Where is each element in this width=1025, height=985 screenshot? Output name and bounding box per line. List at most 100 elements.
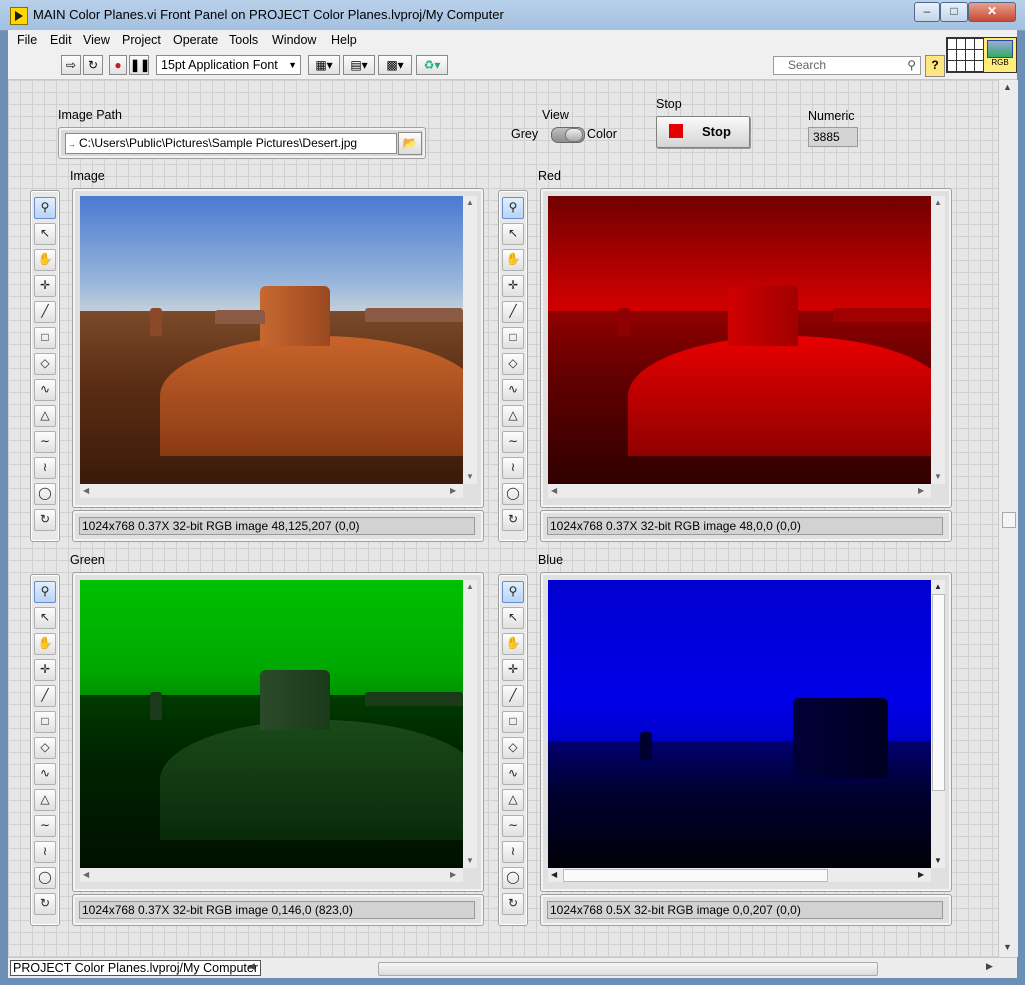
freehand-icon[interactable]: ∿ xyxy=(502,379,524,401)
rectangle-icon[interactable]: □ xyxy=(502,327,524,349)
scroll-right-arrow-icon[interactable]: ▶ xyxy=(450,870,456,879)
zoom-icon[interactable]: ⚲ xyxy=(34,581,56,603)
rectangle-icon[interactable]: □ xyxy=(34,327,56,349)
rotated-rectangle-icon[interactable]: ◇ xyxy=(502,353,524,375)
connector-pane-icon[interactable] xyxy=(946,37,986,73)
scroll-left-arrow-icon[interactable]: ◀ xyxy=(551,486,557,495)
annulus-icon[interactable]: ↻ xyxy=(502,509,524,531)
freehand-region-icon[interactable]: ≀ xyxy=(502,457,524,479)
bezier-icon[interactable]: ∼ xyxy=(34,815,56,837)
menu-tools[interactable]: Tools xyxy=(229,33,258,47)
folder-open-icon[interactable]: 📂 xyxy=(398,132,422,155)
menu-project[interactable]: Project xyxy=(122,33,161,47)
freehand-region-icon[interactable]: ≀ xyxy=(502,841,524,863)
point-icon[interactable]: ✛ xyxy=(34,275,56,297)
oval-icon[interactable]: ◯ xyxy=(34,483,56,505)
panel-vertical-scrollbar[interactable]: ▲ ▼ xyxy=(998,80,1018,957)
image-vertical-scrollbar[interactable]: ▲ ▼ xyxy=(463,196,477,484)
polygon-icon[interactable]: △ xyxy=(502,789,524,811)
image-path-input[interactable]: C:\Users\Public\Pictures\Sample Pictures… xyxy=(65,133,397,154)
rotated-rectangle-icon[interactable]: ◇ xyxy=(34,737,56,759)
scroll-up-arrow-icon[interactable]: ▲ xyxy=(466,582,474,591)
hand-icon[interactable]: ✋ xyxy=(34,633,56,655)
blue-horizontal-scrollbar[interactable]: ◀ ▶ xyxy=(548,868,931,882)
annulus-icon[interactable]: ↻ xyxy=(502,893,524,915)
blue-horizontal-scroll-thumb[interactable] xyxy=(563,869,828,882)
arrow-icon[interactable]: ↖ xyxy=(502,223,524,245)
rotated-rectangle-icon[interactable]: ◇ xyxy=(34,353,56,375)
line-icon[interactable]: ╱ xyxy=(34,685,56,707)
scroll-down-arrow-icon[interactable]: ▼ xyxy=(466,472,474,481)
freehand-region-icon[interactable]: ≀ xyxy=(34,841,56,863)
minimize-button[interactable]: – xyxy=(914,2,940,22)
abort-icon[interactable]: ● xyxy=(109,55,127,75)
reorder-icon[interactable]: ♻▾ xyxy=(416,55,448,75)
run-continuously-icon[interactable]: ↻ xyxy=(83,55,103,75)
menu-edit[interactable]: Edit xyxy=(50,33,72,47)
rotated-rectangle-icon[interactable]: ◇ xyxy=(502,737,524,759)
bezier-icon[interactable]: ∼ xyxy=(502,815,524,837)
green-vertical-scrollbar[interactable]: ▲ ▼ xyxy=(463,580,477,868)
scroll-up-arrow-icon[interactable]: ▲ xyxy=(934,582,942,591)
scroll-up-arrow-icon[interactable]: ▲ xyxy=(466,198,474,207)
line-icon[interactable]: ╱ xyxy=(502,685,524,707)
blue-vertical-scroll-thumb[interactable] xyxy=(932,594,945,791)
freehand-icon[interactable]: ∿ xyxy=(34,763,56,785)
font-selector[interactable]: 15pt Application Font ▼ xyxy=(156,55,301,75)
scroll-right-arrow-icon[interactable]: ▶ xyxy=(918,486,924,495)
freehand-icon[interactable]: ∿ xyxy=(502,763,524,785)
hand-icon[interactable]: ✋ xyxy=(502,633,524,655)
panel-horizontal-scroll-thumb[interactable] xyxy=(378,962,878,976)
polygon-icon[interactable]: △ xyxy=(34,405,56,427)
align-objects-icon[interactable]: ▦▾ xyxy=(308,55,340,75)
run-arrow-icon[interactable]: ⇨ xyxy=(61,55,81,75)
help-icon[interactable]: ? xyxy=(925,55,945,77)
zoom-icon[interactable]: ⚲ xyxy=(502,197,524,219)
point-icon[interactable]: ✛ xyxy=(502,659,524,681)
stop-button[interactable]: Stop xyxy=(656,116,750,148)
annulus-icon[interactable]: ↻ xyxy=(34,509,56,531)
scroll-right-arrow-icon[interactable]: ▶ xyxy=(450,486,456,495)
maximize-button[interactable]: □ xyxy=(940,2,968,22)
oval-icon[interactable]: ◯ xyxy=(34,867,56,889)
search-input[interactable]: Search ⚲ xyxy=(773,56,921,75)
blue-vertical-scrollbar[interactable]: ▲ ▼ xyxy=(931,580,945,868)
distribute-objects-icon[interactable]: ▤▾ xyxy=(343,55,375,75)
arrow-icon[interactable]: ↖ xyxy=(34,223,56,245)
scroll-up-arrow-icon[interactable]: ▲ xyxy=(1003,82,1012,92)
arrow-icon[interactable]: ↖ xyxy=(34,607,56,629)
oval-icon[interactable]: ◯ xyxy=(502,483,524,505)
scroll-left-arrow-icon[interactable]: ◀ xyxy=(248,961,255,972)
bezier-icon[interactable]: ∼ xyxy=(502,431,524,453)
hand-icon[interactable]: ✋ xyxy=(34,249,56,271)
red-display[interactable]: ▲ ▼ ◀ ▶ xyxy=(540,188,952,508)
green-horizontal-scrollbar[interactable]: ◀ ▶ xyxy=(80,868,463,882)
application-context-label[interactable]: PROJECT Color Planes.lvproj/My Computer xyxy=(10,960,261,976)
freehand-region-icon[interactable]: ≀ xyxy=(34,457,56,479)
view-toggle-switch[interactable] xyxy=(551,127,585,143)
menu-file[interactable]: File xyxy=(17,33,37,47)
rectangle-icon[interactable]: □ xyxy=(34,711,56,733)
line-icon[interactable]: ╱ xyxy=(34,301,56,323)
zoom-icon[interactable]: ⚲ xyxy=(502,581,524,603)
close-button[interactable]: ✕ xyxy=(968,2,1016,22)
arrow-icon[interactable]: ↖ xyxy=(502,607,524,629)
scroll-down-arrow-icon[interactable]: ▼ xyxy=(466,856,474,865)
image-display[interactable]: ▲ ▼ ◀ ▶ xyxy=(72,188,484,508)
green-display[interactable]: ▲ ▼ ◀ ▶ xyxy=(72,572,484,892)
red-vertical-scrollbar[interactable]: ▲ ▼ xyxy=(931,196,945,484)
pause-icon[interactable]: ❚❚ xyxy=(129,55,150,75)
menu-view[interactable]: View xyxy=(83,33,110,47)
freehand-icon[interactable]: ∿ xyxy=(34,379,56,401)
resize-objects-icon[interactable]: ▩▾ xyxy=(378,55,412,75)
scroll-left-arrow-icon[interactable]: ◀ xyxy=(83,486,89,495)
polygon-icon[interactable]: △ xyxy=(34,789,56,811)
red-horizontal-scrollbar[interactable]: ◀ ▶ xyxy=(548,484,931,498)
line-icon[interactable]: ╱ xyxy=(502,301,524,323)
menu-window[interactable]: Window xyxy=(272,33,316,47)
scroll-right-arrow-icon[interactable]: ▶ xyxy=(918,870,924,879)
scroll-down-arrow-icon[interactable]: ▼ xyxy=(934,472,942,481)
scroll-down-arrow-icon[interactable]: ▼ xyxy=(1003,942,1012,952)
zoom-icon[interactable]: ⚲ xyxy=(34,197,56,219)
image-horizontal-scrollbar[interactable]: ◀ ▶ xyxy=(80,484,463,498)
